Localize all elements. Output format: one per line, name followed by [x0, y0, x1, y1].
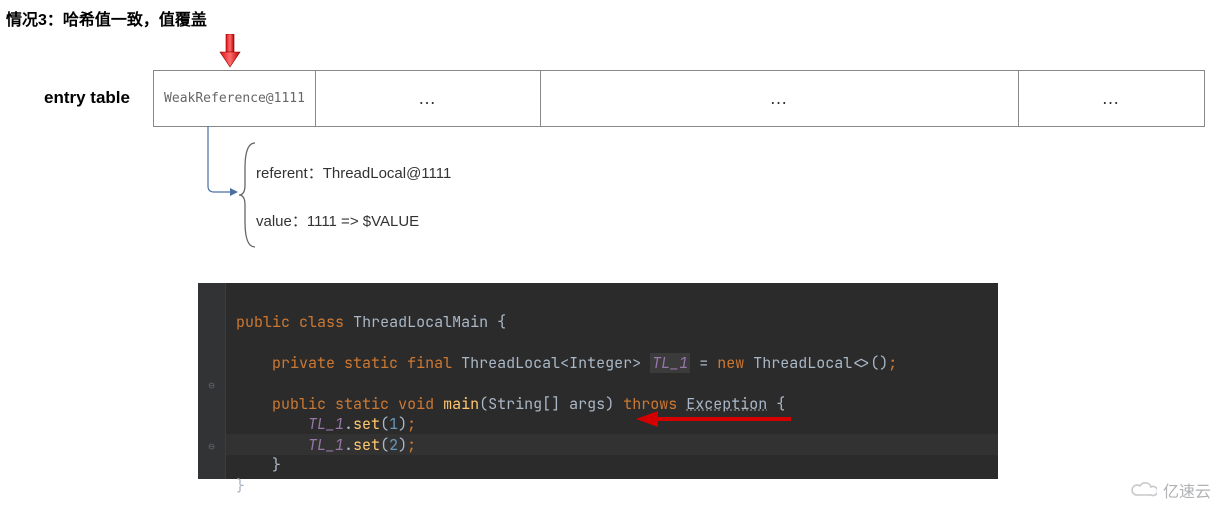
diagram-title: 情况3：哈希值一致，值覆盖 [6, 6, 207, 30]
entry-cell-0: WeakReference@1111 [154, 71, 316, 126]
detail-value: value：1111 => $VALUE [256, 210, 419, 231]
watermark: 亿速云 [1131, 478, 1211, 502]
curly-brace-icon [237, 140, 259, 250]
code-gutter: ⊖ ⊖ [198, 283, 226, 479]
cloud-icon [1131, 481, 1157, 499]
red-left-arrow-icon [636, 409, 796, 429]
entry-table: WeakReference@1111 … … … [153, 70, 1205, 127]
entry-cell-1: … [316, 71, 541, 126]
code-block: ⊖ ⊖ public class ThreadLocalMain { priva… [198, 283, 998, 479]
red-down-arrow-icon [218, 34, 242, 68]
code-content: public class ThreadLocalMain { private s… [226, 283, 998, 479]
entry-cell-2: … [541, 71, 1019, 126]
entry-cell-3: … [1019, 71, 1204, 126]
entry-table-label: entry table [44, 88, 130, 108]
detail-referent: referent：ThreadLocal@1111 [256, 162, 451, 183]
connector-arrow-icon [200, 126, 240, 201]
